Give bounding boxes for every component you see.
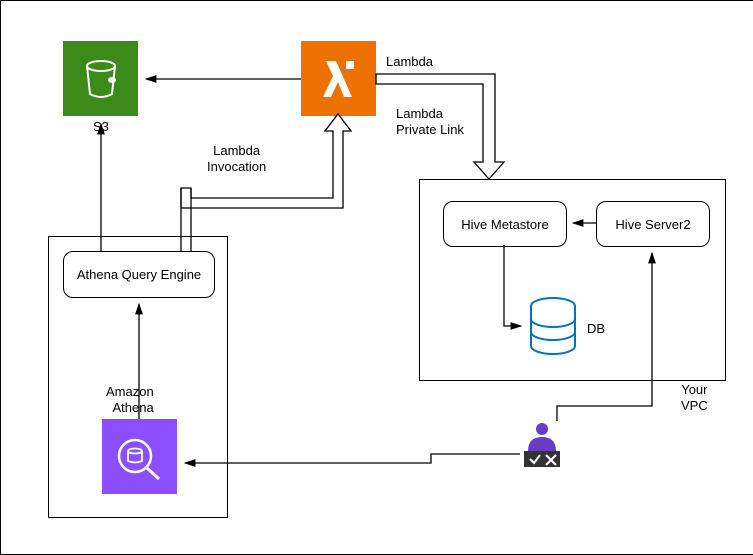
lambda-private-link-label: Lambda Private Link (396, 106, 464, 137)
s3-label: S3 (93, 119, 109, 135)
lambda-invocation-label: Lambda Invocation (207, 143, 266, 174)
athena-icon (102, 419, 177, 494)
hive-server2-box: Hive Server2 (596, 201, 710, 247)
architecture-diagram: S3 Lambda Athena Query Engine Amazon Ath… (0, 0, 753, 555)
athena-query-engine-text: Athena Query Engine (77, 267, 201, 282)
hive-metastore-box: Hive Metastore (443, 201, 567, 247)
lambda-icon (301, 41, 376, 116)
db-label: DB (587, 321, 605, 337)
database-icon (526, 296, 581, 366)
your-vpc-label: Your VPC (681, 382, 708, 413)
athena-query-engine-box: Athena Query Engine (63, 251, 215, 298)
s3-icon (63, 41, 138, 116)
hive-metastore-text: Hive Metastore (461, 217, 548, 232)
lambda-label: Lambda (386, 54, 433, 70)
amazon-athena-label: Amazon Athena (106, 384, 154, 415)
user-icon (520, 421, 564, 474)
hive-server2-text: Hive Server2 (615, 217, 690, 232)
